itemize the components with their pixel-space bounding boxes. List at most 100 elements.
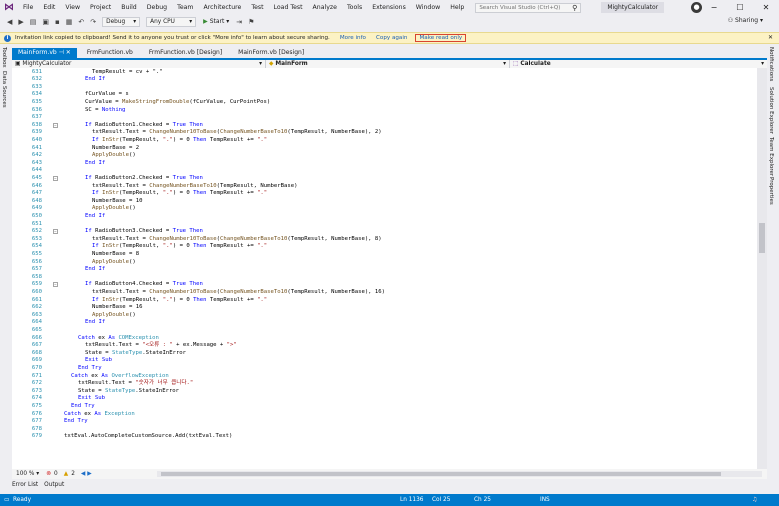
more-info-link[interactable]: More info — [340, 35, 366, 41]
open-file-icon[interactable]: ▣ — [39, 18, 52, 26]
code-line[interactable]: 675 End Try — [12, 403, 757, 411]
code-line[interactable]: 641 NumberBase = 2 — [12, 145, 757, 153]
menu-item-edit[interactable]: Edit — [38, 4, 60, 11]
menu-item-help[interactable]: Help — [445, 4, 469, 11]
menu-item-team[interactable]: Team — [172, 4, 198, 11]
code-line[interactable]: 644 — [12, 167, 757, 175]
save-icon[interactable]: ▪ — [52, 18, 63, 26]
code-line[interactable]: 633 — [12, 84, 757, 92]
live-share-button[interactable]: ⚇ Sharing ▾ — [728, 17, 763, 24]
code-line[interactable]: 654 If InStr(TempResult, ".") = 0 Then Te… — [12, 243, 757, 251]
code-line[interactable]: 656 ApplyDouble() — [12, 259, 757, 267]
forward-icon[interactable]: ▶ — [15, 18, 26, 26]
code-line[interactable]: 650 End If — [12, 213, 757, 221]
code-line[interactable]: 664 End If — [12, 319, 757, 327]
code-line[interactable]: 674 Exit Sub — [12, 395, 757, 403]
code-line[interactable]: 638 − If RadioButton1.Checked = True Then — [12, 122, 757, 130]
code-line[interactable]: 646 txtResult.Text = ChangeNumberBaseTo10… — [12, 183, 757, 191]
back-icon[interactable]: ◀ — [4, 18, 15, 26]
code-line[interactable]: 649 ApplyDouble() — [12, 205, 757, 213]
solution-platform-select[interactable]: Any CPU ▾ — [146, 16, 197, 27]
code-line[interactable]: 635 CurValue = MakeStringFromDouble(fCurV… — [12, 99, 757, 107]
redo-icon[interactable]: ↷ — [87, 18, 99, 26]
vertical-scrollbar[interactable] — [757, 68, 767, 469]
tab-mainform-vb[interactable]: MainForm.vb ⊣ ✕ — [12, 48, 77, 58]
tab-frmfunction-design[interactable]: FrmFunction.vb [Design] — [143, 48, 228, 58]
notification-bell-icon[interactable]: ♫ — [752, 497, 757, 503]
code-line[interactable]: 634 fCurValue = s — [12, 91, 757, 99]
code-line[interactable]: 642 ApplyDouble() — [12, 152, 757, 160]
menu-item-project[interactable]: Project — [85, 4, 116, 11]
code-line[interactable]: 643 End If — [12, 160, 757, 168]
search-input[interactable]: Search Visual Studio (Ctrl+Q) ⚲ — [475, 2, 582, 13]
code-line[interactable]: 645 − If RadioButton2.Checked = True Then — [12, 175, 757, 183]
nav-arrows-icon[interactable]: ◀ ▶ — [75, 471, 98, 477]
code-line[interactable]: 679 txtEval.AutoCompleteCustomSource.Add(… — [12, 433, 757, 441]
menu-item-debug[interactable]: Debug — [142, 4, 172, 11]
code-line[interactable]: 677 End Try — [12, 418, 757, 426]
solution-configuration-select[interactable]: Debug ▾ — [102, 16, 141, 27]
collapse-icon[interactable]: − — [53, 229, 58, 235]
collapse-icon[interactable]: − — [53, 175, 58, 181]
close-icon[interactable]: ✕ — [768, 34, 773, 41]
data-sources-tab[interactable]: Data Sources — [1, 71, 7, 108]
minimize-button[interactable]: − — [701, 3, 727, 12]
step-icon[interactable]: ⇥ — [233, 18, 245, 26]
pin-icon[interactable]: ⊣ — [59, 49, 64, 56]
start-button[interactable]: ▶ Start ▾ — [199, 18, 233, 25]
menu-item-analyze[interactable]: Analyze — [308, 4, 342, 11]
code-line[interactable]: 673 State = StateType.StateInError — [12, 388, 757, 396]
code-line[interactable]: 676 Catch ex As Exception — [12, 411, 757, 419]
code-line[interactable]: 663 ApplyDouble() — [12, 312, 757, 320]
error-icon[interactable]: ⊗ — [43, 471, 54, 477]
code-line[interactable]: 640 If InStr(TempResult, ".") = 0 Then Te… — [12, 137, 757, 145]
menu-item-window[interactable]: Window — [411, 4, 445, 11]
scrollbar-thumb[interactable] — [161, 472, 721, 476]
class-select[interactable]: ◆ MainForm ▾ — [266, 60, 510, 68]
close-button[interactable]: ✕ — [753, 3, 779, 12]
code-line[interactable]: 659 − If RadioButton4.Checked = True Then — [12, 281, 757, 289]
code-editor[interactable]: 631 TempResult = cv + "." 632 End If 633 634 f… — [12, 68, 757, 469]
bookmark-icon[interactable]: ⚑ — [245, 18, 257, 26]
tab-output[interactable]: Output — [44, 482, 64, 491]
code-line[interactable]: 667 txtResult.Text = "<오류 : " + ex.Messag… — [12, 342, 757, 350]
code-line[interactable]: 670 End Try — [12, 365, 757, 373]
code-line[interactable]: 657 End If — [12, 266, 757, 274]
horizontal-scrollbar[interactable] — [157, 471, 762, 477]
code-line[interactable]: 636 SC = Nothing — [12, 107, 757, 115]
make-read-only-button[interactable]: Make read only — [415, 34, 467, 42]
code-line[interactable]: 666 Catch ex As COMException — [12, 335, 757, 343]
new-project-icon[interactable]: ▤ — [27, 18, 40, 26]
code-line[interactable]: 655 NumberBase = 8 — [12, 251, 757, 259]
maximize-button[interactable]: ☐ — [727, 3, 753, 12]
member-select[interactable]: ⬚ Calculate ▾ — [510, 60, 767, 68]
code-line[interactable]: 668 State = StateType.StateInError — [12, 350, 757, 358]
menu-item-extensions[interactable]: Extensions — [367, 4, 411, 11]
properties-tab[interactable]: Properties — [768, 177, 774, 205]
menu-item-architecture[interactable]: Architecture — [198, 4, 246, 11]
collapse-icon[interactable]: − — [53, 122, 58, 128]
code-line[interactable]: 647 If InStr(TempResult, ".") = 0 Then Te… — [12, 190, 757, 198]
menu-item-tools[interactable]: Tools — [342, 4, 367, 11]
scrollbar-thumb[interactable] — [759, 223, 765, 253]
tab-error-list[interactable]: Error List — [12, 482, 38, 491]
undo-icon[interactable]: ↶ — [75, 18, 87, 26]
menu-item-load-test[interactable]: Load Test — [269, 4, 308, 11]
menu-item-test[interactable]: Test — [246, 4, 268, 11]
warning-icon[interactable]: ▲ — [58, 471, 71, 477]
code-line[interactable]: 651 — [12, 221, 757, 229]
tab-mainform-design[interactable]: MainForm.vb [Design] — [232, 48, 310, 58]
solution-explorer-tab[interactable]: Solution Explorer — [768, 87, 774, 134]
close-icon[interactable]: ✕ — [66, 49, 71, 56]
save-all-icon[interactable]: ▦ — [63, 18, 76, 26]
team-explorer-tab[interactable]: Team Explorer — [768, 137, 774, 176]
menu-item-view[interactable]: View — [60, 4, 85, 11]
code-line[interactable]: 632 End If — [12, 76, 757, 84]
code-line[interactable]: 653 txtResult.Text = ChangeNumber10ToBase… — [12, 236, 757, 244]
project-select[interactable]: ▣ MightyCalculator ▾ — [12, 60, 266, 68]
code-line[interactable]: 639 txtResult.Text = ChangeNumber10ToBase… — [12, 129, 757, 137]
code-line[interactable]: 662 NumberBase = 16 — [12, 304, 757, 312]
visual-studio-logo-icon[interactable]: ⋈ — [4, 2, 14, 13]
toolbox-tab[interactable]: Toolbox — [1, 47, 7, 68]
code-line[interactable]: 671 Catch ex As OverflowException — [12, 373, 757, 381]
